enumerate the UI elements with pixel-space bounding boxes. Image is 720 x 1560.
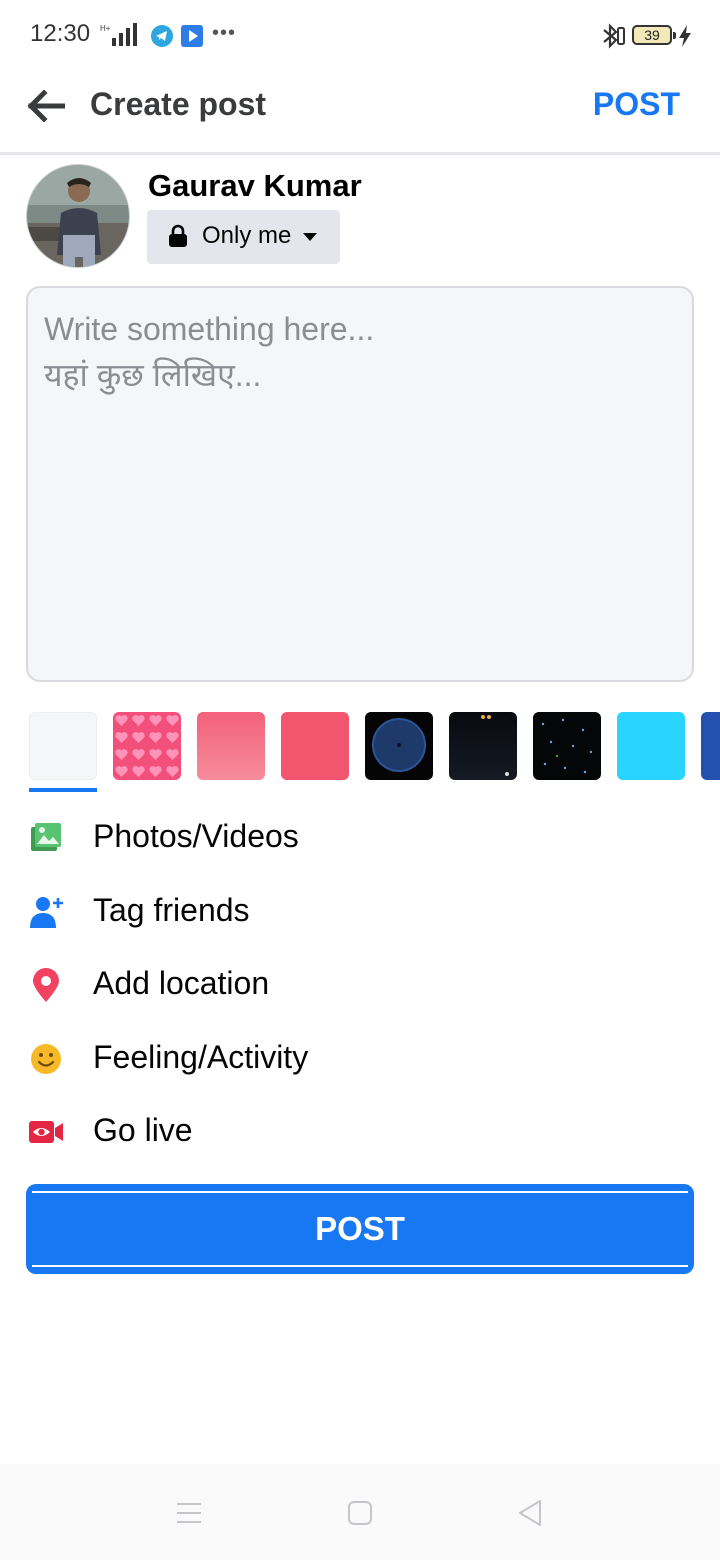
menu-icon[interactable] (174, 1498, 204, 1528)
bluetooth-icon (603, 23, 625, 49)
status-bar: 12:30 H+ ••• 39 (0, 0, 720, 70)
header-post-button[interactable]: POST (593, 86, 680, 123)
avatar[interactable] (26, 164, 130, 268)
swatch-coral-red[interactable] (281, 712, 349, 780)
lock-icon (169, 224, 187, 247)
back-button[interactable] (24, 84, 68, 128)
compose-placeholder: Write something here... यहां कुछ लिखिए..… (44, 311, 375, 393)
option-feeling-activity[interactable]: Feeling/Activity (0, 1027, 720, 1089)
swatch-plain-white[interactable] (29, 712, 97, 780)
option-label: Tag friends (93, 892, 250, 928)
more-icon: ••• (212, 22, 237, 44)
tag-friends-icon (30, 897, 63, 928)
battery-icon: 39 (632, 25, 676, 45)
option-label: Go live (93, 1112, 193, 1148)
avatar-photo (27, 165, 129, 267)
swatch-dark-night[interactable] (449, 712, 517, 780)
charging-icon (679, 25, 691, 47)
background-picker (0, 712, 720, 792)
swatch-pink-hearts[interactable] (113, 712, 181, 780)
location-pin-icon (33, 968, 59, 1002)
live-video-icon (29, 1121, 63, 1143)
post-button[interactable]: POST (26, 1184, 694, 1274)
svg-text:H+: H+ (100, 24, 111, 33)
home-icon[interactable] (345, 1498, 375, 1528)
option-tag-friends[interactable]: Tag friends (0, 880, 720, 942)
photo-icon (31, 823, 61, 851)
swatch-starry-night[interactable] (533, 712, 601, 780)
system-nav-bar (0, 1464, 720, 1560)
audience-label: Only me (202, 222, 292, 249)
option-add-location[interactable]: Add location (0, 953, 720, 1015)
chevron-down-icon (303, 233, 317, 241)
audience-selector[interactable]: Only me (147, 210, 340, 264)
swatch-cyan[interactable] (617, 712, 685, 780)
signal-icon: H+ (100, 23, 137, 46)
swatch-blue[interactable] (701, 712, 720, 780)
play-icon (181, 25, 203, 47)
status-time: 12:30 (30, 20, 91, 47)
option-label: Photos/Videos (93, 818, 299, 854)
swatch-pink-gradient[interactable] (197, 712, 265, 780)
app-header: Create post POST (0, 70, 720, 155)
arrow-left-icon (27, 90, 65, 122)
smiley-icon (31, 1044, 61, 1074)
swatch-selected-indicator (29, 788, 97, 792)
post-button-label: POST (315, 1210, 405, 1247)
page-title: Create post (90, 86, 267, 122)
option-go-live[interactable]: Go live (0, 1100, 720, 1162)
option-label: Feeling/Activity (93, 1039, 309, 1075)
user-name: Gaurav Kumar (148, 168, 362, 203)
telegram-icon (151, 25, 173, 47)
back-nav-icon[interactable] (516, 1498, 546, 1528)
option-photos-videos[interactable]: Photos/Videos (0, 806, 720, 868)
swatch-dark-planet[interactable] (365, 712, 433, 780)
option-label: Add location (93, 965, 270, 1001)
compose-textarea[interactable]: Write something here... यहां कुछ लिखिए..… (26, 286, 694, 682)
